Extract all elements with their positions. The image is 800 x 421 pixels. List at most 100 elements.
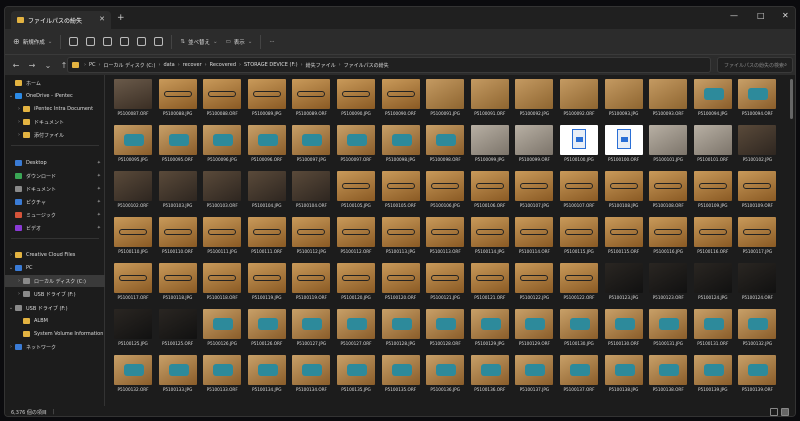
sidebar-item[interactable]: ピクチャ ✦	[5, 196, 105, 208]
sidebar-item[interactable]: ALBM	[5, 315, 105, 327]
maximize-button[interactable]: □	[757, 11, 765, 20]
expand-chevron-icon[interactable]: ⌄	[7, 93, 15, 99]
file-item[interactable]: P5100094.JPG	[692, 79, 734, 125]
breadcrumb-item[interactable]: ローカル ディスク (C:)	[104, 62, 156, 69]
tab-current[interactable]: ファイルパスの紛失 ✕	[11, 11, 111, 29]
file-item[interactable]: P5100129.ORF	[513, 309, 555, 355]
breadcrumb-separator-icon[interactable]: ›	[99, 62, 101, 68]
expand-chevron-icon[interactable]: ›	[7, 344, 15, 350]
file-item[interactable]: P5100098.ORF	[424, 125, 466, 171]
file-item[interactable]: P5100116.JPG	[647, 217, 689, 263]
file-item[interactable]: P5100098.JPG	[380, 125, 422, 171]
breadcrumb-separator-icon[interactable]: ›	[339, 62, 341, 68]
file-item[interactable]: P5100111.ORF	[246, 217, 288, 263]
file-item[interactable]: P5100093.JPG	[603, 79, 645, 125]
expand-chevron-icon[interactable]: ›	[15, 106, 23, 112]
expand-chevron-icon[interactable]: ›	[15, 278, 23, 284]
file-item[interactable]: P5100134.JPG	[246, 355, 288, 401]
file-item[interactable]: P5100102.JPG	[736, 125, 778, 171]
breadcrumb-item[interactable]: STORAGE DEVICE (F:)	[244, 62, 298, 68]
sidebar-item[interactable]: › iPentec Intra Document	[5, 103, 105, 115]
file-item[interactable]: P5100136.ORF	[469, 355, 511, 401]
file-item[interactable]: P5100091.JPG	[424, 79, 466, 125]
file-item[interactable]: P5100097.ORF	[335, 125, 377, 171]
sidebar-item[interactable]: System Volume Information	[5, 328, 105, 340]
expand-chevron-icon[interactable]: ⌄	[7, 265, 15, 271]
breadcrumb-item[interactable]: ファイルパスの紛失	[344, 62, 389, 69]
file-item[interactable]: P5100102.ORF	[112, 171, 154, 217]
file-item[interactable]: P5100099.ORF	[513, 125, 555, 171]
file-item[interactable]: P5100092.ORF	[558, 79, 600, 125]
share-icon[interactable]	[137, 37, 147, 46]
file-item[interactable]: P5100121.ORF	[469, 263, 511, 309]
file-item[interactable]: P5100099.JPG	[469, 125, 511, 171]
file-item[interactable]: P5100128.ORF	[424, 309, 466, 355]
paste-icon[interactable]	[103, 37, 113, 46]
file-item[interactable]: P5100127.JPG	[290, 309, 332, 355]
file-item[interactable]: P5100097.JPG	[290, 125, 332, 171]
file-item[interactable]: P5100123.ORF	[647, 263, 689, 309]
details-view-icon[interactable]	[770, 408, 778, 416]
sidebar-item[interactable]: ⌄ USB ドライブ (F:)	[5, 302, 105, 314]
file-item[interactable]: P5100109.ORF	[736, 171, 778, 217]
sidebar-item[interactable]: ドキュメント ✦	[5, 183, 105, 195]
file-item[interactable]: P5100089.JPG	[246, 79, 288, 125]
file-item[interactable]: P5100110.ORF	[157, 217, 199, 263]
new-button[interactable]: ⊕ 新規作成 ⌄	[13, 37, 52, 46]
file-item[interactable]: P5100104.JPG	[246, 171, 288, 217]
file-item[interactable]: P5100135.JPG	[335, 355, 377, 401]
file-item[interactable]: P5100103.ORF	[201, 171, 243, 217]
breadcrumb-item[interactable]: Recovered	[210, 62, 236, 68]
file-item[interactable]: P5100130.JPG	[558, 309, 600, 355]
sidebar-item[interactable]: › USB ドライブ (F:)	[5, 288, 105, 300]
breadcrumb-separator-icon[interactable]: ›	[301, 62, 303, 68]
sidebar-item[interactable]: › ネットワーク	[5, 341, 105, 353]
recent-chevron-icon[interactable]: ⌄	[43, 61, 53, 70]
file-item[interactable]: P5100130.ORF	[603, 309, 645, 355]
copy-icon[interactable]	[86, 37, 96, 46]
file-item[interactable]: P5100106.JPG	[424, 171, 466, 217]
file-item[interactable]: P5100096.ORF	[246, 125, 288, 171]
sidebar-item[interactable]: Desktop ✦	[5, 157, 105, 169]
file-item[interactable]: P5100105.JPG	[335, 171, 377, 217]
file-item[interactable]: P5100132.JPG	[736, 309, 778, 355]
breadcrumb-separator-icon[interactable]: ›	[178, 62, 180, 68]
file-item[interactable]: P5100096.JPG	[201, 125, 243, 171]
large-icons-view-icon[interactable]	[781, 408, 789, 416]
file-item[interactable]: P5100118.ORF	[201, 263, 243, 309]
breadcrumb-item[interactable]: 紛失ファイル	[306, 62, 336, 69]
file-item[interactable]: P5100139.ORF	[736, 355, 778, 401]
file-item[interactable]: P5100115.JPG	[558, 217, 600, 263]
close-window-button[interactable]: ✕	[782, 11, 789, 20]
file-item[interactable]: P5100101.ORF	[692, 125, 734, 171]
forward-icon[interactable]: →	[27, 61, 37, 70]
file-item[interactable]: P5100110.JPG	[112, 217, 154, 263]
file-item[interactable]: P5100108.JPG	[603, 171, 645, 217]
search-input[interactable]: ファイルパスの紛失の検索 ⌕	[717, 57, 793, 73]
file-item[interactable]: P5100109.JPG	[692, 171, 734, 217]
file-item[interactable]: P5100132.ORF	[112, 355, 154, 401]
file-item[interactable]: P5100131.JPG	[647, 309, 689, 355]
sidebar-item[interactable]: › ローカル ディスク (C:)	[5, 275, 105, 287]
sidebar-item[interactable]: › Creative Cloud Files	[5, 249, 105, 261]
address-bar[interactable]: › PC › ローカル ディスク (C:) › data › recover › Recovere…	[67, 57, 711, 73]
file-item[interactable]: P5100088.JPG	[157, 79, 199, 125]
file-item[interactable]: P5100118.JPG	[157, 263, 199, 309]
file-item[interactable]: P5100114.ORF	[513, 217, 555, 263]
file-item[interactable]: P5100122.ORF	[558, 263, 600, 309]
file-item[interactable]: P5100100.ORF	[603, 125, 645, 171]
file-item[interactable]: P5100088.ORF	[201, 79, 243, 125]
file-item[interactable]: P5100136.JPG	[424, 355, 466, 401]
file-item[interactable]: P5100095.JPG	[112, 125, 154, 171]
file-item[interactable]: P5100117.JPG	[736, 217, 778, 263]
file-item[interactable]: P5100113.JPG	[380, 217, 422, 263]
file-item[interactable]: P5100124.JPG	[692, 263, 734, 309]
sidebar-item[interactable]: ホーム	[5, 77, 105, 89]
expand-chevron-icon[interactable]: ›	[7, 252, 15, 258]
file-item[interactable]: P5100135.ORF	[380, 355, 422, 401]
rename-icon[interactable]	[120, 37, 130, 46]
sidebar-item[interactable]: ビデオ ✦	[5, 222, 105, 234]
breadcrumb-item[interactable]: PC	[89, 62, 96, 68]
file-item[interactable]: P5100107.JPG	[513, 171, 555, 217]
file-item[interactable]: P5100120.ORF	[380, 263, 422, 309]
